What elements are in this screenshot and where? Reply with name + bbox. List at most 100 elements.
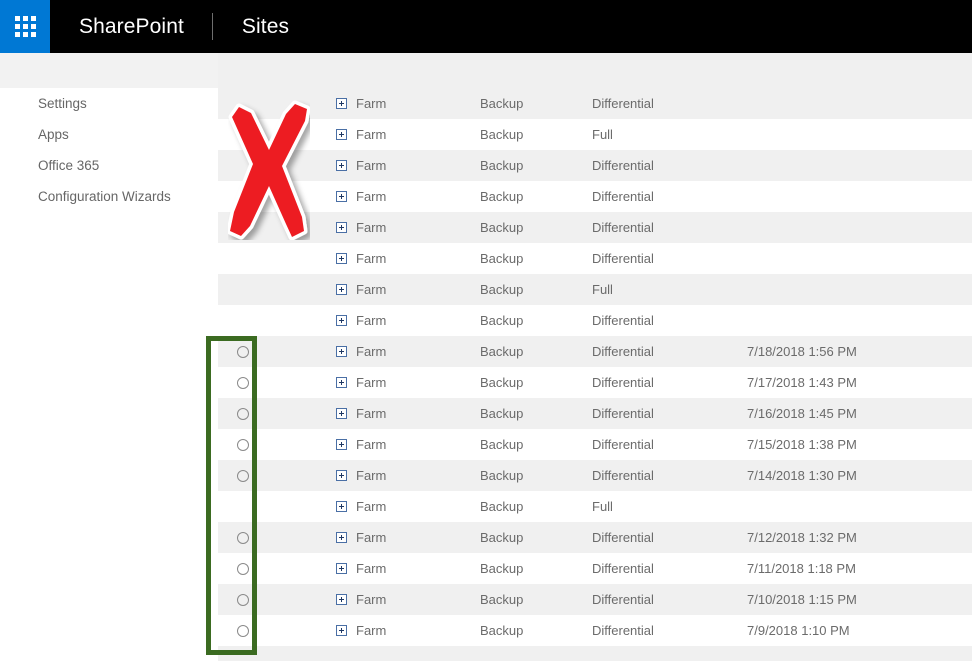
table-row[interactable]: Farm Backup Differential 7/16/2018 1:45 PM xyxy=(218,398,972,429)
finish-time-cell: 7/14/2018 1:30 PM xyxy=(747,468,857,483)
expand-plus-icon[interactable] xyxy=(336,594,347,605)
scope-label: Farm xyxy=(356,468,387,483)
scope-cell: Farm xyxy=(268,127,480,142)
table-row[interactable]: Farm Backup Differential xyxy=(218,212,972,243)
sharepoint-brand-link[interactable]: SharePoint xyxy=(50,0,212,53)
expand-plus-icon[interactable] xyxy=(336,222,347,233)
table-row[interactable]: Farm Backup Differential 7/17/2018 1:43 PM xyxy=(218,367,972,398)
radio-button-unselected-icon[interactable] xyxy=(237,438,249,451)
sidebar-item-settings[interactable]: Settings xyxy=(0,88,218,119)
scope-label: Farm xyxy=(356,158,387,173)
scope-label: Farm xyxy=(356,561,387,576)
scope-cell: Farm xyxy=(268,158,480,173)
radio-button-unselected-icon[interactable] xyxy=(237,345,249,358)
row-select-cell xyxy=(218,150,268,181)
radio-button-unselected-icon[interactable] xyxy=(237,562,249,575)
table-row[interactable]: Farm Backup Full xyxy=(218,119,972,150)
row-select-cell xyxy=(218,274,268,305)
scope-label: Farm xyxy=(356,313,387,328)
expand-plus-icon[interactable] xyxy=(336,284,347,295)
table-row[interactable]: Farm Backup Full xyxy=(218,491,972,522)
backup-type-cell: Differential xyxy=(592,158,654,173)
table-row[interactable]: Farm Backup Differential 7/12/2018 1:32 PM xyxy=(218,522,972,553)
row-select-cell xyxy=(218,584,268,615)
row-select-cell xyxy=(218,553,268,584)
scope-label: Farm xyxy=(356,530,387,545)
expand-plus-icon[interactable] xyxy=(336,501,347,512)
scope-cell: Farm xyxy=(268,251,480,266)
expand-plus-icon[interactable] xyxy=(336,439,347,450)
table-row[interactable]: Farm Backup Full xyxy=(218,274,972,305)
sidebar-item-office-365[interactable]: Office 365 xyxy=(0,150,218,181)
operation-cell: Backup xyxy=(480,313,524,328)
left-navigation: Settings Apps Office 365 Configuration Wiza… xyxy=(0,88,218,661)
sidebar-item-apps[interactable]: Apps xyxy=(0,119,218,150)
table-row[interactable]: Farm Backup Differential 7/11/2018 1:18 PM xyxy=(218,553,972,584)
scope-cell: Farm xyxy=(268,437,480,452)
radio-button-unselected-icon[interactable] xyxy=(237,531,249,544)
table-row[interactable]: Farm Backup Differential xyxy=(218,181,972,212)
backup-type-cell: Full xyxy=(592,282,613,297)
backup-type-cell: Differential xyxy=(592,623,654,638)
backup-history-table: Farm Backup Differential Farm Backup Full Farm… xyxy=(218,88,972,661)
operation-cell: Backup xyxy=(480,375,524,390)
table-row[interactable]: Farm Backup Differential 7/18/2018 1:56 PM xyxy=(218,336,972,367)
operation-cell: Backup xyxy=(480,127,524,142)
expand-plus-icon[interactable] xyxy=(336,377,347,388)
operation-cell: Backup xyxy=(480,623,524,638)
radio-button-unselected-icon[interactable] xyxy=(237,407,249,420)
finish-time-cell: 7/17/2018 1:43 PM xyxy=(747,375,857,390)
backup-type-cell: Differential xyxy=(592,592,654,607)
expand-plus-icon[interactable] xyxy=(336,532,347,543)
table-row[interactable]: Farm Backup Differential 7/9/2018 1:10 PM xyxy=(218,615,972,646)
suite-header-bar: SharePoint Sites xyxy=(0,0,972,53)
operation-cell: Backup xyxy=(480,220,524,235)
expand-plus-icon[interactable] xyxy=(336,470,347,481)
table-row[interactable] xyxy=(218,646,972,661)
expand-plus-icon[interactable] xyxy=(336,315,347,326)
radio-button-unselected-icon[interactable] xyxy=(237,376,249,389)
finish-time-cell: 7/11/2018 1:18 PM xyxy=(747,561,856,576)
table-row[interactable]: Farm Backup Differential 7/15/2018 1:38 PM xyxy=(218,429,972,460)
table-row[interactable]: Farm Backup Differential xyxy=(218,88,972,119)
scope-cell: Farm xyxy=(268,344,480,359)
radio-button-unselected-icon[interactable] xyxy=(237,593,249,606)
expand-plus-icon[interactable] xyxy=(336,129,347,140)
finish-time-cell: 7/18/2018 1:56 PM xyxy=(747,344,857,359)
backup-type-cell: Differential xyxy=(592,96,654,111)
scope-label: Farm xyxy=(356,499,387,514)
scope-cell: Farm xyxy=(268,499,480,514)
radio-button-unselected-icon[interactable] xyxy=(237,624,249,637)
table-row[interactable]: Farm Backup Differential xyxy=(218,243,972,274)
table-row[interactable]: Farm Backup Differential 7/14/2018 1:30 PM xyxy=(218,460,972,491)
scope-label: Farm xyxy=(356,127,387,142)
finish-time-cell: 7/9/2018 1:10 PM xyxy=(747,623,850,638)
expand-plus-icon[interactable] xyxy=(336,160,347,171)
expand-plus-icon[interactable] xyxy=(336,191,347,202)
expand-plus-icon[interactable] xyxy=(336,625,347,636)
scope-cell: Farm xyxy=(268,96,480,111)
expand-plus-icon[interactable] xyxy=(336,346,347,357)
table-row[interactable]: Farm Backup Differential xyxy=(218,305,972,336)
scope-cell: Farm xyxy=(268,530,480,545)
expand-plus-icon[interactable] xyxy=(336,563,347,574)
app-launcher-waffle-icon[interactable] xyxy=(0,0,50,53)
scope-cell: Farm xyxy=(268,282,480,297)
table-row[interactable]: Farm Backup Differential 7/10/2018 1:15 PM xyxy=(218,584,972,615)
radio-button-unselected-icon[interactable] xyxy=(237,469,249,482)
expand-plus-icon[interactable] xyxy=(336,98,347,109)
expand-plus-icon[interactable] xyxy=(336,408,347,419)
backup-type-cell: Differential xyxy=(592,251,654,266)
table-row[interactable]: Farm Backup Differential xyxy=(218,150,972,181)
sites-section-link[interactable]: Sites xyxy=(213,0,309,53)
expand-plus-icon[interactable] xyxy=(336,253,347,264)
operation-cell: Backup xyxy=(480,561,524,576)
operation-cell: Backup xyxy=(480,468,524,483)
scope-cell: Farm xyxy=(268,623,480,638)
row-select-cell xyxy=(218,336,268,367)
backup-type-cell: Differential xyxy=(592,406,654,421)
sidebar-item-configuration-wizards[interactable]: Configuration Wizards xyxy=(0,181,218,212)
scope-cell: Farm xyxy=(268,406,480,421)
row-select-cell xyxy=(218,181,268,212)
row-select-cell xyxy=(218,212,268,243)
